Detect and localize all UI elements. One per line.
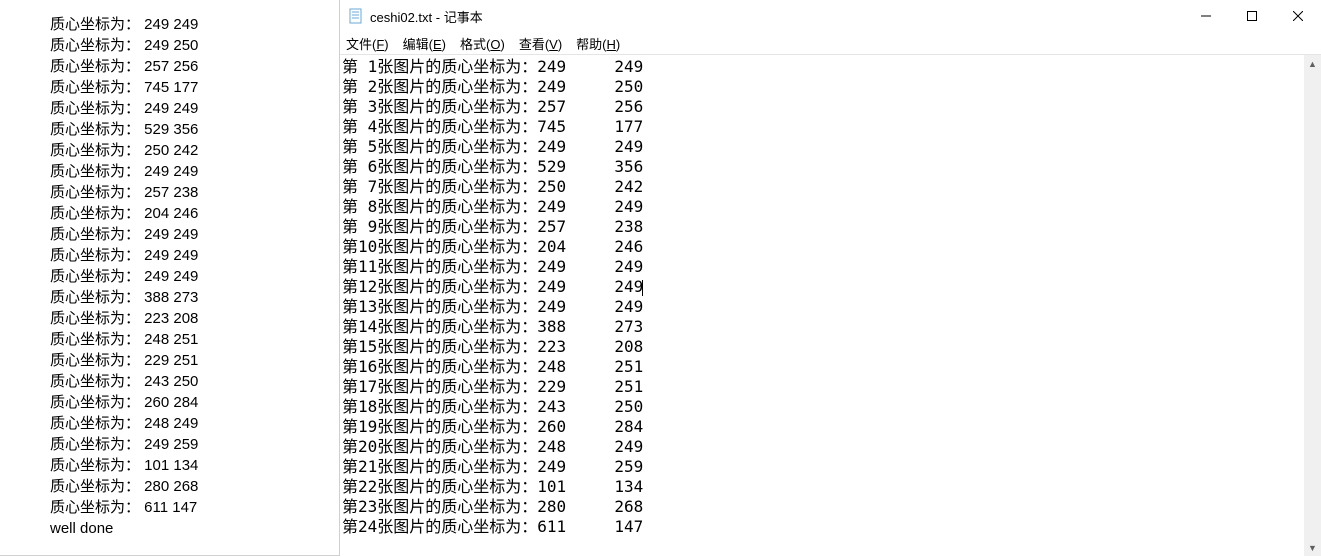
editor-line: 第 5张图片的质心坐标为：249 249 xyxy=(342,137,1304,157)
vertical-scrollbar[interactable]: ▲ ▼ xyxy=(1304,55,1321,556)
editor-line: 第16张图片的质心坐标为：248 251 xyxy=(342,357,1304,377)
menu-edit[interactable]: 编辑(E) xyxy=(403,34,446,53)
close-button[interactable] xyxy=(1275,0,1321,32)
editor-line: 第 4张图片的质心坐标为：745 177 xyxy=(342,117,1304,137)
scroll-up-arrow[interactable]: ▲ xyxy=(1304,55,1321,72)
editor-line: 第 8张图片的质心坐标为：249 249 xyxy=(342,197,1304,217)
menu-format[interactable]: 格式(O) xyxy=(460,34,505,53)
notepad-window: ceshi02.txt - 记事本 文件(F) 编辑(E) 格式(O) 查看(V… xyxy=(340,0,1321,556)
console-line: 质心坐标为： 249 249 xyxy=(50,245,339,266)
console-line: 质心坐标为： 249 249 xyxy=(50,14,339,35)
menu-help[interactable]: 帮助(H) xyxy=(576,34,620,53)
editor-line: 第19张图片的质心坐标为：260 284 xyxy=(342,417,1304,437)
minimize-button[interactable] xyxy=(1183,0,1229,32)
scroll-down-arrow[interactable]: ▼ xyxy=(1304,539,1321,556)
console-line: 质心坐标为： 257 238 xyxy=(50,182,339,203)
window-title: ceshi02.txt - 记事本 xyxy=(370,7,483,26)
menu-view[interactable]: 查看(V) xyxy=(519,34,562,53)
editor-line: 第11张图片的质心坐标为：249 249 xyxy=(342,257,1304,277)
maximize-button[interactable] xyxy=(1229,0,1275,32)
console-line: 质心坐标为： 250 242 xyxy=(50,140,339,161)
console-output-panel: 质心坐标为： 249 249质心坐标为： 249 250质心坐标为： 257 2… xyxy=(0,0,340,556)
console-line: 质心坐标为： 229 251 xyxy=(50,350,339,371)
menu-file[interactable]: 文件(F) xyxy=(346,34,389,53)
console-line: 质心坐标为： 223 208 xyxy=(50,308,339,329)
editor-line: 第12张图片的质心坐标为：249 249 xyxy=(342,277,1304,297)
console-line: 质心坐标为： 249 249 xyxy=(50,266,339,287)
console-line: 质心坐标为： 257 256 xyxy=(50,56,339,77)
editor-line: 第17张图片的质心坐标为：229 251 xyxy=(342,377,1304,397)
console-line: 质心坐标为： 249 250 xyxy=(50,35,339,56)
editor-line: 第 3张图片的质心坐标为：257 256 xyxy=(342,97,1304,117)
console-line: 质心坐标为： 529 356 xyxy=(50,119,339,140)
console-line: 质心坐标为： 243 250 xyxy=(50,371,339,392)
notepad-icon xyxy=(348,8,364,24)
console-footer: well done xyxy=(50,518,339,539)
console-line: 质心坐标为： 260 284 xyxy=(50,392,339,413)
editor-line: 第20张图片的质心坐标为：248 249 xyxy=(342,437,1304,457)
console-line: 质心坐标为： 388 273 xyxy=(50,287,339,308)
editor-line: 第18张图片的质心坐标为：243 250 xyxy=(342,397,1304,417)
editor-line: 第 7张图片的质心坐标为：250 242 xyxy=(342,177,1304,197)
editor-line: 第13张图片的质心坐标为：249 249 xyxy=(342,297,1304,317)
console-line: 质心坐标为： 204 246 xyxy=(50,203,339,224)
console-line: 质心坐标为： 248 249 xyxy=(50,413,339,434)
titlebar[interactable]: ceshi02.txt - 记事本 xyxy=(340,0,1321,32)
editor-line: 第22张图片的质心坐标为：101 134 xyxy=(342,477,1304,497)
editor-line: 第 2张图片的质心坐标为：249 250 xyxy=(342,77,1304,97)
window-controls xyxy=(1183,0,1321,32)
menubar: 文件(F) 编辑(E) 格式(O) 查看(V) 帮助(H) xyxy=(340,32,1321,54)
editor-line: 第 6张图片的质心坐标为：529 356 xyxy=(342,157,1304,177)
editor-line: 第 1张图片的质心坐标为：249 249 xyxy=(342,57,1304,77)
editor-line: 第21张图片的质心坐标为：249 259 xyxy=(342,457,1304,477)
console-line: 质心坐标为： 249 249 xyxy=(50,161,339,182)
console-line: 质心坐标为： 745 177 xyxy=(50,77,339,98)
editor-line: 第10张图片的质心坐标为：204 246 xyxy=(342,237,1304,257)
text-caret xyxy=(642,280,643,296)
editor-line: 第23张图片的质心坐标为：280 268 xyxy=(342,497,1304,517)
console-line: 质心坐标为： 101 134 xyxy=(50,455,339,476)
console-line: 质心坐标为： 249 249 xyxy=(50,224,339,245)
console-line: 质心坐标为： 248 251 xyxy=(50,329,339,350)
editor-line: 第24张图片的质心坐标为：611 147 xyxy=(342,517,1304,537)
editor-line: 第15张图片的质心坐标为：223 208 xyxy=(342,337,1304,357)
editor-line: 第 9张图片的质心坐标为：257 238 xyxy=(342,217,1304,237)
console-line: 质心坐标为： 280 268 xyxy=(50,476,339,497)
console-line: 质心坐标为： 249 249 xyxy=(50,98,339,119)
editor-line: 第14张图片的质心坐标为：388 273 xyxy=(342,317,1304,337)
console-line: 质心坐标为： 249 259 xyxy=(50,434,339,455)
editor-area[interactable]: 第 1张图片的质心坐标为：249 249第 2张图片的质心坐标为：249 250… xyxy=(340,55,1304,556)
console-line: 质心坐标为： 611 147 xyxy=(50,497,339,518)
